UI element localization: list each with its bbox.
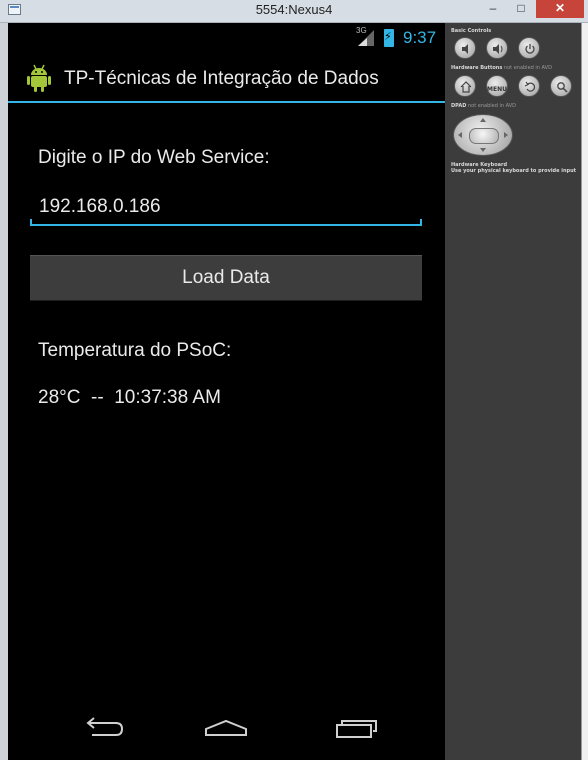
volume-up-button[interactable] [486, 37, 508, 59]
status-bar: 3G 9:37 [8, 23, 445, 51]
emulator-screen: 3G 9:37 TP-Técnicas de Integração de Dad… [8, 23, 445, 760]
recent-apps-icon[interactable] [333, 713, 383, 743]
battery-icon [384, 29, 394, 47]
ip-field[interactable] [30, 192, 422, 226]
temperature-reading: 28°C -- 10:37:38 AM [38, 387, 221, 408]
basic-controls-heading: Basic Controls [451, 28, 492, 34]
search-hw-icon [557, 82, 568, 93]
home-icon[interactable] [201, 713, 251, 743]
dpad-heading: DPAD not enabled in AVD [451, 103, 516, 109]
ip-input[interactable] [39, 196, 409, 218]
action-bar: TP-Técnicas de Integração de Dados [8, 51, 445, 103]
home-hw-icon [460, 81, 472, 93]
dpad-control[interactable] [453, 114, 513, 156]
window-right-edge [581, 23, 588, 760]
back-icon[interactable] [76, 713, 126, 743]
search-hw-button[interactable] [550, 75, 572, 97]
dpad-center-button[interactable] [469, 128, 499, 144]
navigation-bar [8, 703, 445, 760]
back-hw-icon [524, 81, 536, 92]
temperature-label: Temperatura do PSoC: [38, 340, 232, 361]
signal-icon [358, 30, 374, 46]
home-hw-button[interactable] [454, 75, 476, 97]
android-app-icon [27, 64, 51, 92]
volume-down-button[interactable] [454, 37, 476, 59]
status-clock: 9:37 [403, 28, 437, 47]
volume-down-icon [462, 44, 468, 54]
hardware-keyboard-note: Use your physical keyboard to provide in… [451, 168, 577, 174]
emulator-controls-panel: Basic Controls Hardware Buttons not enab… [445, 23, 581, 760]
volume-up-icon [493, 44, 503, 54]
minimize-button[interactable]: – [480, 0, 506, 18]
menu-hw-label: MENU [487, 86, 507, 93]
hardware-buttons-heading: Hardware Buttons not enabled in AVD [451, 65, 552, 71]
back-hw-button[interactable] [518, 75, 540, 97]
ip-label: Digite o IP do Web Service: [38, 147, 270, 168]
menu-hw-button[interactable]: MENU [486, 75, 508, 97]
app-title: TP-Técnicas de Integração de Dados [64, 68, 379, 89]
window-titlebar: 5554:Nexus4 – □ ✕ [0, 0, 588, 23]
maximize-button[interactable]: □ [508, 0, 534, 18]
power-button[interactable] [518, 37, 540, 59]
power-icon [525, 44, 535, 54]
close-button[interactable]: ✕ [536, 0, 584, 18]
load-data-button[interactable]: Load Data [30, 255, 422, 301]
